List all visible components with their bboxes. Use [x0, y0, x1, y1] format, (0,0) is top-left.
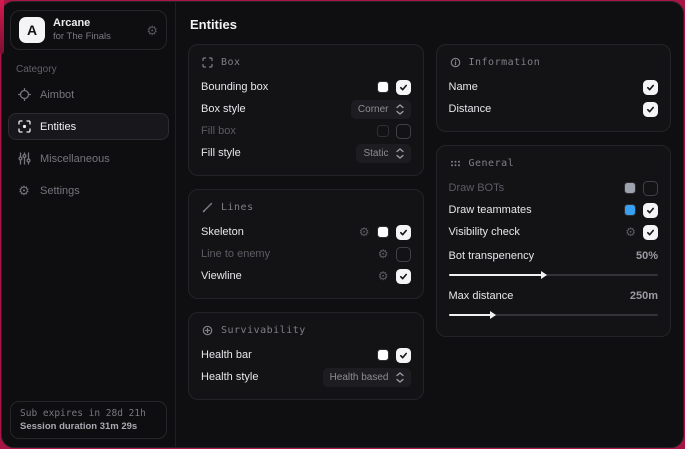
box-style-dropdown[interactable]: Corner	[351, 100, 411, 119]
survivability-card-header: Survivability	[202, 325, 411, 336]
setting-row-skeleton: Skeleton ⚙	[201, 221, 411, 243]
box-card-header: Box	[202, 57, 411, 68]
sidebar-item-label: Miscellaneous	[40, 153, 110, 165]
draw-bots-color-swatch[interactable]	[624, 182, 636, 194]
logo-initial: A	[27, 22, 37, 38]
sidebar-item-settings[interactable]: ⚙ Settings	[8, 177, 169, 204]
subscription-card: Sub expires in 28d 21h Session duration …	[10, 401, 167, 439]
visibility-check-checkbox[interactable]	[643, 225, 658, 240]
sidebar-item-entities[interactable]: Entities	[8, 113, 169, 140]
sidebar-item-aimbot[interactable]: Aimbot	[8, 81, 169, 108]
setting-row-draw-teammates: Draw teammates	[449, 199, 659, 221]
brand-title: Arcane	[53, 17, 138, 31]
sliders-icon	[17, 152, 31, 165]
setting-row-draw-bots: Draw BOTs	[449, 177, 659, 199]
brand-settings-icon[interactable]: ⚙	[146, 24, 158, 37]
sidebar: A Arcane for The Finals ⚙ Category Aimbo…	[2, 2, 176, 447]
fill-box-checkbox[interactable]	[396, 124, 411, 139]
general-card-header: General	[450, 158, 659, 169]
fill-box-color-swatch[interactable]	[377, 125, 389, 137]
distance-checkbox[interactable]	[643, 102, 658, 117]
app-window: A Arcane for The Finals ⚙ Category Aimbo…	[1, 1, 684, 448]
accent-sliver	[0, 0, 4, 54]
chevrons-up-down-icon	[396, 148, 404, 159]
chevrons-up-down-icon	[396, 372, 404, 383]
setting-row-name: Name	[449, 76, 659, 98]
crosshair-icon	[17, 88, 31, 101]
line-to-enemy-checkbox[interactable]	[396, 247, 411, 262]
viewline-checkbox[interactable]	[396, 269, 411, 284]
left-column: Box Bounding box Box style	[188, 44, 424, 400]
viewline-config-icon[interactable]: ⚙	[378, 269, 389, 283]
lines-card-header: Lines	[202, 202, 411, 213]
line-to-enemy-config-icon[interactable]: ⚙	[378, 247, 389, 261]
brand-card: A Arcane for The Finals ⚙	[10, 10, 167, 50]
category-label: Category	[16, 64, 175, 75]
setting-row-box-style: Box style Corner	[201, 98, 411, 120]
setting-row-visibility-check: Visibility check ⚙	[449, 221, 659, 243]
setting-row-fill-box: Fill box	[201, 120, 411, 142]
sidebar-item-label: Settings	[40, 185, 80, 197]
health-cross-icon	[202, 325, 213, 336]
brand-text: Arcane for The Finals	[53, 17, 138, 43]
box-card: Box Bounding box Box style	[188, 44, 424, 176]
bounding-box-checkbox[interactable]	[396, 80, 411, 95]
health-style-dropdown[interactable]: Health based	[323, 368, 411, 387]
sidebar-nav: Aimbot Entities Miscella	[2, 81, 175, 204]
draw-teammates-checkbox[interactable]	[643, 203, 658, 218]
sidebar-item-label: Entities	[40, 121, 76, 133]
bot-transparency-slider[interactable]	[449, 274, 659, 276]
health-bar-color-swatch[interactable]	[377, 349, 389, 361]
max-distance-setting: Max distance 250m	[449, 285, 659, 316]
box-corners-icon	[202, 57, 213, 68]
skeleton-config-icon[interactable]: ⚙	[359, 225, 370, 239]
slider-thumb[interactable]	[541, 271, 547, 279]
setting-row-viewline: Viewline ⚙	[201, 265, 411, 287]
general-card: General Draw BOTs Draw teammates	[436, 145, 672, 337]
setting-row-health-style: Health style Health based	[201, 366, 411, 388]
max-distance-value: 250m	[630, 290, 658, 302]
setting-row-fill-style: Fill style Static	[201, 142, 411, 164]
setting-row-health-bar: Health bar	[201, 344, 411, 366]
survivability-card: Survivability Health bar Health style	[188, 312, 424, 400]
slider-thumb[interactable]	[490, 311, 496, 319]
bounding-box-color-swatch[interactable]	[377, 81, 389, 93]
lines-card: Lines Skeleton ⚙ Line to enemy	[188, 189, 424, 299]
visibility-check-config-icon[interactable]: ⚙	[625, 225, 636, 239]
info-icon	[450, 57, 461, 68]
grid-dots-icon	[450, 158, 461, 169]
health-bar-checkbox[interactable]	[396, 348, 411, 363]
setting-row-bounding-box: Bounding box	[201, 76, 411, 98]
sidebar-item-miscellaneous[interactable]: Miscellaneous	[8, 145, 169, 172]
bot-transparency-setting: Bot transpenency 50%	[449, 245, 659, 276]
sub-expiry-text: Sub expires in 28d 21h	[20, 408, 157, 419]
brand-subtitle: for The Finals	[53, 31, 138, 43]
skeleton-checkbox[interactable]	[396, 225, 411, 240]
skeleton-color-swatch[interactable]	[377, 226, 389, 238]
session-duration-text: Session duration 31m 29s	[20, 421, 157, 432]
information-card-header: Information	[450, 57, 659, 68]
bot-transparency-value: 50%	[636, 250, 658, 262]
page-title: Entities	[190, 17, 671, 32]
scan-eye-icon	[17, 120, 31, 133]
app-logo: A	[19, 17, 45, 43]
draw-teammates-color-swatch[interactable]	[624, 204, 636, 216]
setting-row-distance: Distance	[449, 98, 659, 120]
information-card: Information Name Distance	[436, 44, 672, 132]
chevrons-up-down-icon	[396, 104, 404, 115]
name-checkbox[interactable]	[643, 80, 658, 95]
max-distance-slider[interactable]	[449, 314, 659, 316]
fill-style-dropdown[interactable]: Static	[356, 144, 410, 163]
draw-bots-checkbox[interactable]	[643, 181, 658, 196]
right-column: Information Name Distance	[436, 44, 672, 337]
gear-icon: ⚙	[17, 184, 31, 197]
sidebar-item-label: Aimbot	[40, 89, 74, 101]
setting-row-line-to-enemy: Line to enemy ⚙	[201, 243, 411, 265]
main-panel: Entities Box Bounding box	[176, 2, 683, 447]
diagonal-line-icon	[202, 202, 213, 213]
